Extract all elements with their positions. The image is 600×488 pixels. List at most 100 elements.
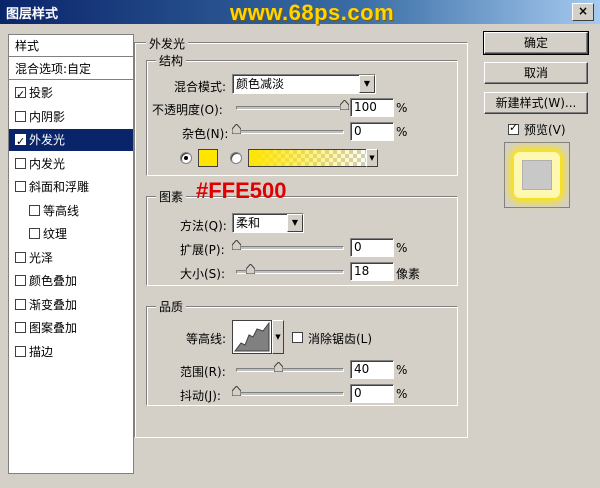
sidebar-item-7[interactable]: 纹理 (9, 223, 133, 245)
gradient-dropdown[interactable]: ▼ (366, 149, 378, 167)
glow-preview-thumbnail (514, 152, 560, 198)
new-style-button[interactable]: 新建样式(W)... (484, 92, 588, 114)
sidebar-item-checkbox[interactable] (29, 228, 40, 239)
sidebar-item-2[interactable]: 内阴影 (9, 106, 133, 128)
noise-slider[interactable] (236, 130, 344, 134)
sidebar-item-6[interactable]: 等高线 (9, 200, 133, 222)
anti-alias-checkbox[interactable] (292, 332, 303, 343)
panel-title: 外发光 (146, 35, 189, 52)
anti-alias-label: 消除锯齿(L) (308, 332, 373, 346)
opacity-slider-thumb[interactable] (340, 100, 349, 110)
sidebar-item-label: 内发光 (29, 156, 66, 171)
chevron-down-icon: ▼ (369, 154, 375, 162)
sidebar-item-label: 颜色叠加 (29, 274, 78, 288)
preview-square (522, 160, 552, 190)
sidebar-item-label: 描边 (29, 344, 54, 359)
noise-input[interactable]: 0 (350, 122, 394, 141)
sidebar-item-8[interactable]: 光泽 (9, 247, 133, 269)
range-label: 范围(R): (180, 365, 226, 379)
sidebar-item-checkbox[interactable] (15, 181, 26, 192)
sidebar-item-checkbox[interactable] (15, 251, 26, 263)
preview-checkbox[interactable] (508, 121, 519, 135)
style-list: 样式 混合选项:自定 投影内阴影外发光内发光斜面和浮雕等高线纹理光泽颜色叠加渐变… (8, 34, 134, 474)
quality-title: 品质 (156, 298, 187, 315)
sidebar-item-label: 外发光 (29, 133, 66, 147)
size-slider-thumb[interactable] (246, 264, 255, 274)
ok-button[interactable]: 确定 (483, 31, 589, 55)
sidebar-item-label: 纹理 (43, 227, 68, 241)
elements-title: 图素 (156, 188, 187, 205)
technique-label: 方法(Q): (180, 219, 227, 233)
size-input[interactable]: 18 (350, 262, 394, 281)
sidebar-item-label: 斜面和浮雕 (29, 180, 90, 194)
noise-label: 杂色(N): (182, 127, 229, 141)
spread-input[interactable]: 0 (350, 238, 394, 257)
sidebar-item-label: 光泽 (29, 250, 54, 265)
solid-color-radio[interactable] (180, 152, 192, 164)
range-input[interactable]: 40 (350, 360, 394, 379)
contour-dropdown[interactable]: ▼ (272, 320, 284, 354)
jitter-slider-thumb[interactable] (232, 386, 241, 396)
contour-label: 等高线: (186, 332, 227, 346)
window-title: 图层样式 (6, 7, 59, 22)
sidebar-item-5[interactable]: 斜面和浮雕 (9, 176, 133, 198)
jitter-input[interactable]: 0 (350, 384, 394, 403)
contour-preview[interactable] (232, 320, 272, 354)
sidebar-item-checkbox[interactable] (15, 298, 26, 310)
preview-label: 预览(V) (524, 123, 566, 137)
jitter-label: 抖动(J): (180, 389, 221, 403)
jitter-unit: % (396, 387, 408, 401)
opacity-label: 不透明度(O): (152, 103, 223, 117)
blend-mode-label: 混合模式: (174, 80, 227, 94)
sidebar-item-label: 投影 (29, 86, 54, 100)
color-annotation: #FFE500 (196, 178, 287, 203)
technique-select[interactable]: 柔和 ▼ (232, 213, 304, 233)
opacity-unit: % (396, 101, 408, 115)
sidebar-item-checkbox[interactable] (15, 345, 26, 357)
chevron-down-icon: ▼ (275, 333, 281, 341)
sidebar-item-label: 渐变叠加 (29, 297, 78, 312)
gradient-preview[interactable] (248, 149, 376, 167)
blending-options-item[interactable]: 混合选项:自定 (9, 58, 133, 80)
sidebar-item-checkbox[interactable] (15, 84, 26, 106)
opacity-input[interactable]: 100 (350, 98, 394, 117)
sidebar-item-label: 内阴影 (29, 109, 66, 124)
size-label: 大小(S): (180, 267, 226, 281)
sidebar-item-9[interactable]: 颜色叠加 (9, 270, 133, 292)
sidebar-item-checkbox[interactable] (15, 110, 26, 122)
spread-slider[interactable] (236, 246, 344, 250)
sidebar-item-10[interactable]: 渐变叠加 (9, 294, 133, 316)
sidebar-item-checkbox[interactable] (29, 204, 40, 216)
sidebar-item-11[interactable]: 图案叠加 (9, 317, 133, 339)
sidebar-item-checkbox[interactable] (15, 322, 26, 333)
style-preview (504, 142, 570, 208)
watermark: www.68ps.com (230, 0, 395, 25)
structure-title: 结构 (156, 52, 187, 69)
technique-value: 柔和 (236, 216, 261, 230)
noise-slider-thumb[interactable] (232, 124, 241, 134)
jitter-slider[interactable] (236, 392, 344, 396)
blend-mode-select[interactable]: 颜色减淡 ▼ (232, 74, 376, 94)
glow-color-swatch[interactable] (198, 149, 218, 167)
close-button[interactable]: × (572, 3, 594, 21)
sidebar-item-4[interactable]: 内发光 (9, 153, 133, 175)
opacity-slider[interactable] (236, 106, 344, 110)
sidebar-item-checkbox[interactable] (15, 157, 26, 169)
gradient-radio[interactable] (230, 152, 242, 164)
range-slider-thumb[interactable] (274, 362, 283, 372)
size-unit: 像素 (396, 267, 421, 281)
range-slider[interactable] (236, 368, 344, 372)
sidebar-item-checkbox[interactable] (15, 131, 26, 153)
sidebar-item-1[interactable]: 投影 (9, 82, 133, 106)
contour-curve-icon (234, 321, 270, 352)
title-bar: 图层样式 www.68ps.com × (0, 0, 600, 25)
blend-mode-value: 颜色减淡 (236, 77, 285, 91)
styles-header[interactable]: 样式 (9, 35, 133, 57)
sidebar-item-checkbox[interactable] (15, 275, 26, 286)
chevron-down-icon: ▼ (287, 214, 303, 232)
sidebar-item-3[interactable]: 外发光 (9, 129, 133, 153)
range-unit: % (396, 363, 408, 377)
sidebar-item-12[interactable]: 描边 (9, 341, 133, 363)
cancel-button[interactable]: 取消 (484, 62, 588, 84)
spread-slider-thumb[interactable] (232, 240, 241, 250)
